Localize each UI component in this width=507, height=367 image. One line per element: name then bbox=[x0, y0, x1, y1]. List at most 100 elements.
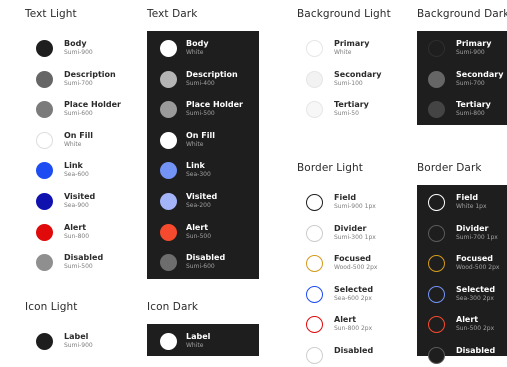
swatch-row-border-light-focused: Focused Wood-500 2px bbox=[297, 253, 409, 275]
swatch-token: Sumi-50 bbox=[334, 110, 359, 118]
swatch-name: Link bbox=[186, 161, 205, 171]
color-swatch bbox=[428, 194, 445, 211]
section-title-text-dark: Text Dark bbox=[147, 8, 198, 20]
swatch-name: Link bbox=[64, 161, 83, 171]
color-swatch bbox=[36, 101, 53, 119]
color-swatch bbox=[36, 254, 53, 272]
section-title-icon-dark: Icon Dark bbox=[147, 301, 199, 313]
swatch-token: White bbox=[334, 49, 352, 56]
color-swatch bbox=[36, 193, 53, 210]
swatch-row-icon-dark-label: Label White bbox=[147, 331, 259, 353]
color-swatch bbox=[36, 333, 53, 350]
panel-icon-light: Label Sumi-900 bbox=[27, 324, 139, 356]
swatch-name: Description bbox=[186, 69, 238, 79]
swatch-token: Sumi-100 bbox=[334, 79, 363, 87]
swatch-name: Body bbox=[186, 39, 209, 48]
swatch-row-border-light-selected: Selected Sea-600 2px bbox=[297, 284, 409, 306]
swatch-row-icon-light-label: Label Sumi-900 bbox=[27, 331, 139, 353]
swatch-name: On Fill bbox=[64, 130, 93, 140]
panel-text-dark: Body White Description Sumi-400 Place Holder… bbox=[147, 31, 259, 279]
swatch-row-text-dark-disabled: Disabled Sumi-600 bbox=[147, 252, 259, 274]
swatch-token: Sea-900 bbox=[64, 202, 89, 209]
color-swatch bbox=[428, 101, 445, 119]
swatch-token: Sea-300 bbox=[186, 171, 211, 179]
color-swatch bbox=[36, 162, 53, 180]
section-title-text-light: Text Light bbox=[25, 8, 77, 20]
swatch-token: Sumi-900 1px bbox=[334, 203, 376, 210]
swatch-token: Sumi-500 bbox=[64, 263, 93, 271]
swatch-row-border-dark-field: Field White 1px bbox=[417, 192, 507, 214]
swatch-token: Sumi-400 bbox=[186, 79, 215, 87]
swatch-token: Sumi-900 bbox=[64, 49, 93, 56]
swatch-row-background-light-secondary: Secondary Sumi-100 bbox=[297, 69, 409, 91]
swatch-row-background-light-tertiary: Tertiary Sumi-50 bbox=[297, 99, 409, 121]
section-title-background-dark: Background Dark bbox=[417, 8, 507, 20]
swatch-name: Alert bbox=[186, 222, 209, 232]
swatch-token: Sumi-900 bbox=[456, 49, 485, 56]
swatch-name: Divider bbox=[456, 223, 489, 233]
swatch-name: Label bbox=[186, 332, 211, 341]
swatch-row-border-light-divider: Divider Sumi-300 1px bbox=[297, 223, 409, 245]
color-swatch bbox=[160, 131, 177, 149]
color-swatch bbox=[160, 40, 177, 57]
swatch-token: White bbox=[186, 140, 204, 148]
swatch-row-text-light-body: Body Sumi-900 bbox=[27, 38, 139, 60]
color-swatch bbox=[160, 193, 177, 210]
color-swatch bbox=[306, 316, 323, 334]
swatch-token: White bbox=[64, 140, 82, 148]
swatch-token: Sea-600 bbox=[64, 171, 89, 179]
swatch-name: Place Holder bbox=[186, 100, 243, 110]
color-swatch bbox=[36, 131, 53, 149]
color-swatch bbox=[306, 224, 323, 242]
color-swatch bbox=[428, 316, 445, 334]
swatch-name: Alert bbox=[64, 222, 87, 232]
swatch-token: Wood-500 2px bbox=[334, 264, 378, 272]
color-swatch bbox=[160, 70, 177, 88]
swatch-name: Body bbox=[64, 39, 87, 48]
swatch-row-text-dark-body: Body White bbox=[147, 38, 259, 60]
swatch-token: Sumi-700 bbox=[456, 79, 485, 87]
swatch-name: Selected bbox=[456, 284, 496, 294]
section-title-icon-light: Icon Light bbox=[25, 301, 78, 313]
swatch-name: Tertiary bbox=[456, 100, 491, 110]
color-swatch bbox=[306, 40, 323, 57]
swatch-row-background-light-primary: Primary White bbox=[297, 38, 409, 60]
swatch-name: Secondary bbox=[456, 69, 504, 79]
color-swatch bbox=[428, 70, 445, 88]
color-swatch bbox=[36, 40, 53, 57]
section-title-background-light: Background Light bbox=[297, 8, 391, 20]
swatch-name: Focused bbox=[334, 254, 371, 264]
color-swatch bbox=[306, 285, 323, 303]
swatch-name: Field bbox=[456, 193, 479, 202]
swatch-token: Wood-500 2px bbox=[456, 264, 500, 272]
swatch-name: Primary bbox=[456, 39, 492, 48]
swatch-row-border-dark-selected: Selected Sea-300 2px bbox=[417, 284, 507, 306]
swatch-row-border-dark-disabled: Disabled bbox=[417, 345, 507, 367]
swatch-row-background-dark-primary: Primary Sumi-900 bbox=[417, 38, 507, 60]
color-swatch bbox=[306, 101, 323, 119]
panel-background-dark: Primary Sumi-900 Secondary Sumi-700 Tertiary… bbox=[417, 31, 507, 125]
swatch-token: Sumi-300 1px bbox=[334, 233, 376, 241]
swatch-name: Selected bbox=[334, 284, 374, 294]
color-swatch bbox=[306, 70, 323, 88]
swatch-name: Place Holder bbox=[64, 100, 121, 110]
swatch-token: Sumi-700 bbox=[64, 79, 93, 87]
swatch-row-border-light-disabled: Disabled bbox=[297, 345, 409, 367]
swatch-name: Description bbox=[64, 69, 116, 79]
swatch-row-text-light-alert: Alert Sun-800 bbox=[27, 222, 139, 244]
swatch-token: Sun-500 2px bbox=[456, 325, 495, 333]
panel-border-dark: Field White 1px Divider Sumi-700 1px Focused… bbox=[417, 185, 507, 364]
panel-background-light: Primary White Secondary Sumi-100 Tertiary Sum… bbox=[297, 31, 409, 125]
swatch-name: Alert bbox=[334, 315, 357, 325]
swatch-name: Divider bbox=[334, 223, 367, 233]
swatch-token: Sun-800 2px bbox=[334, 325, 373, 333]
section-title-border-dark: Border Dark bbox=[417, 162, 482, 174]
color-swatch bbox=[428, 255, 445, 273]
swatch-name: Secondary bbox=[334, 69, 382, 79]
color-swatch bbox=[428, 285, 445, 303]
swatch-row-border-light-field: Field Sumi-900 1px bbox=[297, 192, 409, 214]
swatch-name: Disabled bbox=[64, 253, 104, 263]
color-swatch bbox=[160, 254, 177, 272]
swatch-token: Sea-600 2px bbox=[334, 294, 372, 302]
swatch-token: White 1px bbox=[456, 203, 487, 210]
